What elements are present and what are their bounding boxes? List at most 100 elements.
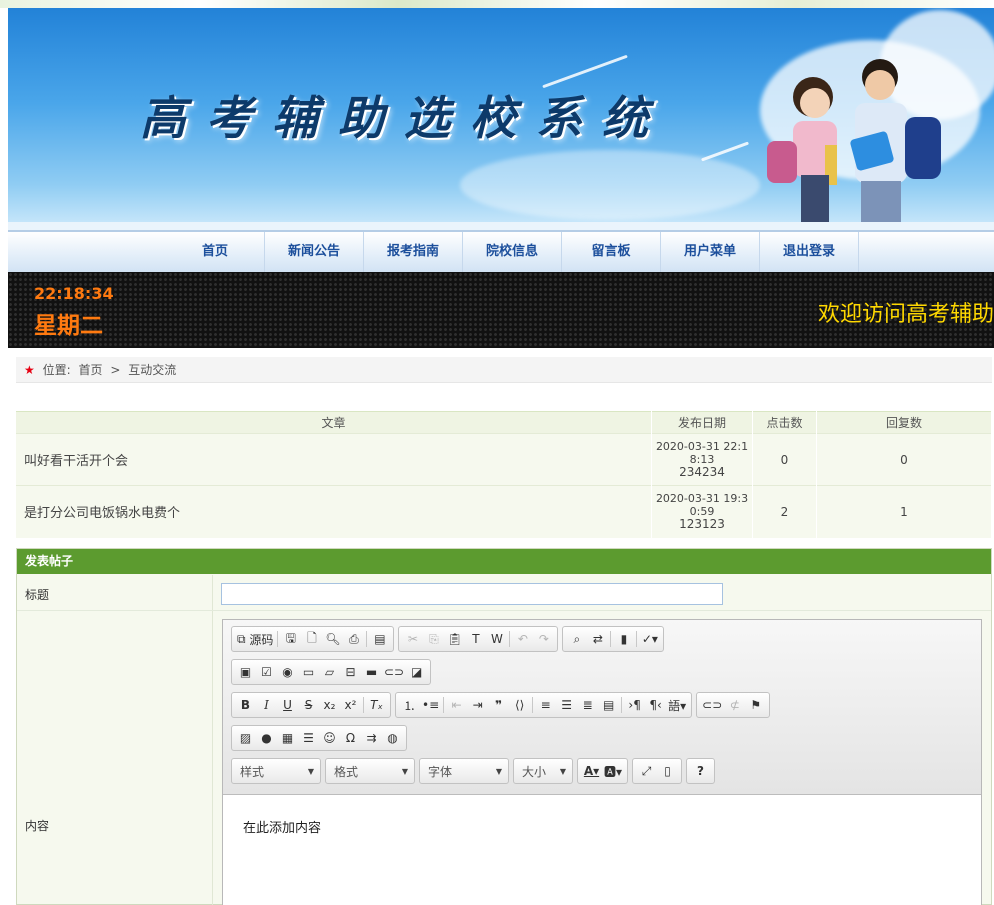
spellcheck-icon[interactable]: ✓▾ <box>639 629 660 649</box>
smiley-icon[interactable]: ☺ <box>319 728 340 748</box>
column-header-date: 发布日期 <box>651 411 753 434</box>
strikethrough-icon[interactable]: S <box>298 695 319 715</box>
source-button[interactable]: ⧉ 源码 <box>235 629 275 649</box>
copy-icon[interactable]: ⎘ <box>423 629 444 649</box>
iframe-icon[interactable]: ◍ <box>382 728 403 748</box>
click-count: 2 <box>752 485 817 538</box>
image-icon[interactable]: ▨ <box>235 728 256 748</box>
format-dropdown[interactable]: 格式 ▼ <box>325 758 415 784</box>
style-dropdown-label: 样式 <box>240 764 265 779</box>
reply-count: 1 <box>816 485 992 538</box>
post-title[interactable]: 叫好看干活开个会 <box>16 433 652 486</box>
remove-format-icon[interactable]: Tₓ <box>366 695 387 715</box>
cloud-decoration <box>460 150 760 220</box>
align-center-icon[interactable]: ☰ <box>556 695 577 715</box>
nav-news[interactable]: 新闻公告 <box>265 232 364 272</box>
table-row[interactable]: 是打分公司电饭锅水电费个 2020-03-31 19:3 0:59 123123… <box>16 485 992 538</box>
title-input[interactable] <box>221 583 723 605</box>
decorative-strip <box>0 0 994 8</box>
chevron-down-icon: ▼ <box>495 766 502 776</box>
italic-icon[interactable]: I <box>256 695 277 715</box>
superscript-icon[interactable]: x² <box>340 695 361 715</box>
paste-word-icon[interactable]: W <box>486 629 507 649</box>
font-dropdown[interactable]: 字体 ▼ <box>419 758 509 784</box>
language-icon[interactable]: 語▾ <box>666 695 688 715</box>
show-blocks-icon[interactable]: ▯ <box>657 761 678 781</box>
align-left-icon[interactable]: ≡ <box>535 695 556 715</box>
checkbox-icon[interactable]: ☑ <box>256 662 277 682</box>
nav-user-menu[interactable]: 用户菜单 <box>661 232 760 272</box>
breadcrumb-separator: > <box>110 363 121 377</box>
justify-icon[interactable]: ▤ <box>598 695 619 715</box>
column-divider <box>212 575 213 905</box>
image-button-icon[interactable]: ⊂⊃ <box>382 662 406 682</box>
maximize-icon[interactable]: ⤢ <box>636 761 657 781</box>
div-container-icon[interactable]: ⟨⟩ <box>509 695 530 715</box>
replace-icon[interactable]: ⇄ <box>587 629 608 649</box>
text-color-icon[interactable]: A▾ <box>581 761 602 781</box>
button-icon[interactable]: ▬ <box>361 662 382 682</box>
undo-icon[interactable]: ↶ <box>512 629 533 649</box>
paste-icon[interactable]: 📋︎ <box>444 629 465 649</box>
editor-toolbar: ⧉ 源码 🖫 🗋 🔍︎ ⎙ ▤ ✂ ⎘ 📋︎ T W ↶ ↷ ⌕ ⇄ ▮ ✓▾ … <box>223 620 981 795</box>
cut-icon[interactable]: ✂ <box>402 629 423 649</box>
editor-content-area[interactable]: 在此添加内容 <box>223 795 981 858</box>
radio-icon[interactable]: ◉ <box>277 662 298 682</box>
style-dropdown[interactable]: 样式 ▼ <box>231 758 321 784</box>
textarea-icon[interactable]: ▱ <box>319 662 340 682</box>
anchor-icon[interactable]: ⚑ <box>745 695 766 715</box>
blockquote-icon[interactable]: ❞ <box>488 695 509 715</box>
align-right-icon[interactable]: ≣ <box>577 695 598 715</box>
star-icon: ★ <box>24 363 35 377</box>
background-color-icon[interactable]: 🅰▾ <box>602 761 624 781</box>
chevron-down-icon: ▼ <box>401 766 408 776</box>
nav-home[interactable]: 首页 <box>166 232 265 272</box>
size-dropdown[interactable]: 大小 ▼ <box>513 758 573 784</box>
table-icon[interactable]: ▦ <box>277 728 298 748</box>
paste-text-icon[interactable]: T <box>465 629 486 649</box>
bulleted-list-icon[interactable]: •≡ <box>420 695 441 715</box>
page-break-icon[interactable]: ⇉ <box>361 728 382 748</box>
save-icon[interactable]: 🖫 <box>280 629 301 649</box>
hidden-field-icon[interactable]: ◪ <box>406 662 427 682</box>
print-icon[interactable]: ⎙ <box>343 629 364 649</box>
post-table: 文章 发布日期 点击数 回复数 叫好看干活开个会 2020-03-31 22:1… <box>16 411 992 538</box>
select-all-icon[interactable]: ▮ <box>613 629 634 649</box>
form-icon[interactable]: ▣ <box>235 662 256 682</box>
rtl-icon[interactable]: ¶‹ <box>645 695 666 715</box>
nav-message-board[interactable]: 留言板 <box>562 232 661 272</box>
column-header-replies: 回复数 <box>816 411 992 434</box>
chevron-down-icon: ▼ <box>307 766 314 776</box>
flash-icon[interactable]: ● <box>256 728 277 748</box>
link-icon[interactable]: ⊂⊃ <box>700 695 724 715</box>
post-title[interactable]: 是打分公司电饭锅水电费个 <box>16 485 652 538</box>
post-author: 123123 <box>679 517 725 532</box>
select-icon[interactable]: ⊟ <box>340 662 361 682</box>
nav-logout[interactable]: 退出登录 <box>760 232 859 272</box>
outdent-icon[interactable]: ⇤ <box>446 695 467 715</box>
breadcrumb-home[interactable]: 首页 <box>78 363 102 377</box>
table-row[interactable]: 叫好看干活开个会 2020-03-31 22:1 8:13 234234 0 0 <box>16 433 992 486</box>
textfield-icon[interactable]: ▭ <box>298 662 319 682</box>
find-icon[interactable]: ⌕ <box>566 629 587 649</box>
preview-icon[interactable]: 🔍︎ <box>322 629 343 649</box>
form-header: 发表帖子 <box>17 549 991 574</box>
templates-icon[interactable]: ▤ <box>369 629 390 649</box>
indent-icon[interactable]: ⇥ <box>467 695 488 715</box>
bold-icon[interactable]: B <box>235 695 256 715</box>
nav-colleges[interactable]: 院校信息 <box>463 232 562 272</box>
unlink-icon[interactable]: ⊄ <box>724 695 745 715</box>
numbered-list-icon[interactable]: ⒈ <box>399 695 420 715</box>
chevron-down-icon: ▼ <box>559 766 566 776</box>
post-form: 发表帖子 标题 内容 ⧉ 源码 🖫 🗋 🔍︎ ⎙ ▤ ✂ ⎘ 📋︎ T W ↶ … <box>16 548 992 905</box>
underline-icon[interactable]: U <box>277 695 298 715</box>
banner-edge <box>0 8 8 230</box>
subscript-icon[interactable]: x₂ <box>319 695 340 715</box>
new-page-icon[interactable]: 🗋 <box>301 629 322 649</box>
redo-icon[interactable]: ↷ <box>533 629 554 649</box>
help-icon[interactable]: ? <box>690 761 711 781</box>
nav-guide[interactable]: 报考指南 <box>364 232 463 272</box>
special-char-icon[interactable]: Ω <box>340 728 361 748</box>
ltr-icon[interactable]: ›¶ <box>624 695 645 715</box>
horizontal-rule-icon[interactable]: ☰ <box>298 728 319 748</box>
